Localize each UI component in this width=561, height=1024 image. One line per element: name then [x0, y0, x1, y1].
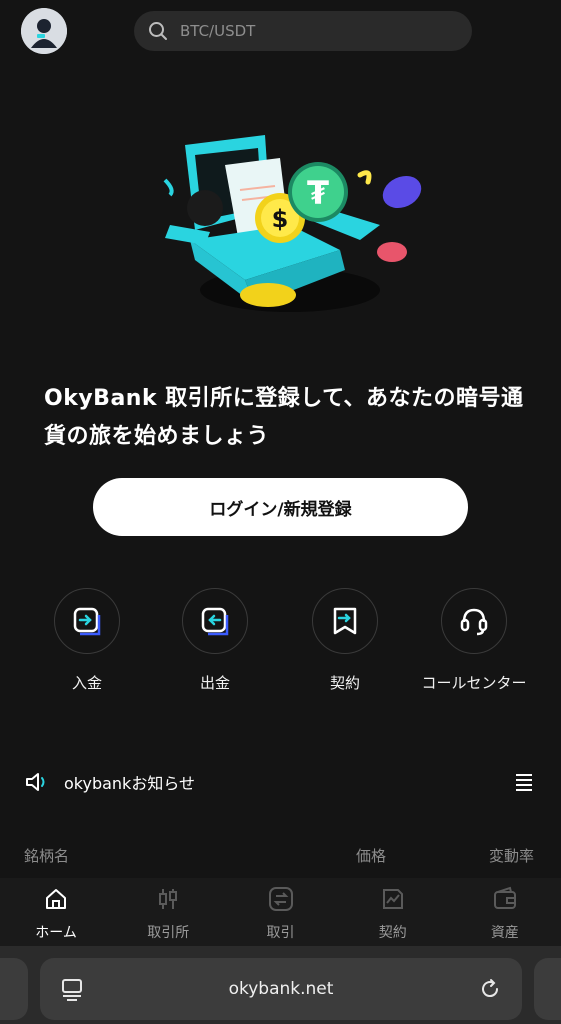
withdraw-action[interactable]: 出金	[150, 588, 280, 693]
bottom-navigation: ホーム 取引所 取引 契約 資産	[0, 878, 561, 946]
nav-contract[interactable]: 契約	[337, 878, 449, 946]
nav-assets-label: 資産	[490, 925, 519, 941]
nav-exchange-label: 取引所	[147, 925, 190, 941]
nav-trade-label: 取引	[266, 925, 295, 941]
search-icon	[149, 22, 167, 40]
hero-illustration: $ ₮	[150, 120, 430, 330]
nav-trade[interactable]: 取引	[224, 878, 336, 946]
nav-home-label: ホーム	[35, 925, 77, 941]
nav-contract-label: 契約	[378, 925, 407, 941]
withdraw-button[interactable]	[182, 588, 248, 654]
contract-button[interactable]	[312, 588, 378, 654]
contract-action[interactable]: 契約	[280, 588, 410, 693]
announcement-bar[interactable]: okybankお知らせ	[24, 764, 534, 800]
login-register-button[interactable]: ログイン/新規登録	[93, 478, 468, 536]
deposit-icon	[73, 607, 101, 636]
withdraw-label: 出金	[199, 674, 230, 692]
deposit-button[interactable]	[54, 588, 120, 654]
page-menu-icon[interactable]	[60, 977, 84, 1001]
deposit-label: 入金	[71, 674, 102, 692]
column-header-price: 価格	[356, 847, 387, 865]
candlestick-icon	[159, 889, 178, 909]
column-header-name: 銘柄名	[24, 847, 70, 865]
menu-list-icon[interactable]	[514, 773, 534, 791]
wallet-icon	[493, 886, 516, 909]
reload-icon[interactable]	[478, 977, 502, 1001]
call-center-action[interactable]: コールセンター	[409, 588, 539, 693]
column-header-change: 変動率	[489, 847, 535, 865]
next-tab-preview[interactable]	[534, 958, 561, 1020]
announcement-text: okybankお知らせ	[64, 774, 196, 793]
speaker-icon	[26, 773, 45, 791]
svg-text:₮: ₮	[307, 174, 329, 212]
contract-icon	[333, 607, 357, 635]
url-text[interactable]: okybank.net	[84, 979, 478, 999]
contract-chart-icon	[382, 889, 403, 909]
user-icon	[21, 8, 67, 54]
home-icon	[46, 889, 67, 909]
user-avatar[interactable]	[21, 8, 67, 54]
gift-box-coins-illustration: $ ₮	[163, 135, 422, 312]
search-bar[interactable]	[134, 11, 472, 51]
nav-home[interactable]: ホーム	[0, 878, 112, 946]
call-center-label: コールセンター	[421, 674, 527, 692]
previous-tab-preview[interactable]	[0, 958, 28, 1020]
headset-icon	[460, 608, 488, 636]
nav-exchange[interactable]: 取引所	[112, 878, 224, 946]
swap-icon	[268, 887, 293, 911]
hero-headline: OkyBank 取引所に登録して、あなたの暗号通貨の旅を始めましょう	[44, 386, 524, 449]
contract-label: 契約	[329, 674, 360, 692]
address-bar[interactable]: okybank.net	[40, 958, 522, 1020]
search-input[interactable]	[178, 21, 422, 41]
nav-assets[interactable]: 資産	[449, 878, 561, 946]
svg-text:$: $	[272, 205, 289, 233]
withdraw-icon	[201, 607, 229, 636]
deposit-action[interactable]: 入金	[22, 588, 152, 693]
call-center-button[interactable]	[441, 588, 507, 654]
